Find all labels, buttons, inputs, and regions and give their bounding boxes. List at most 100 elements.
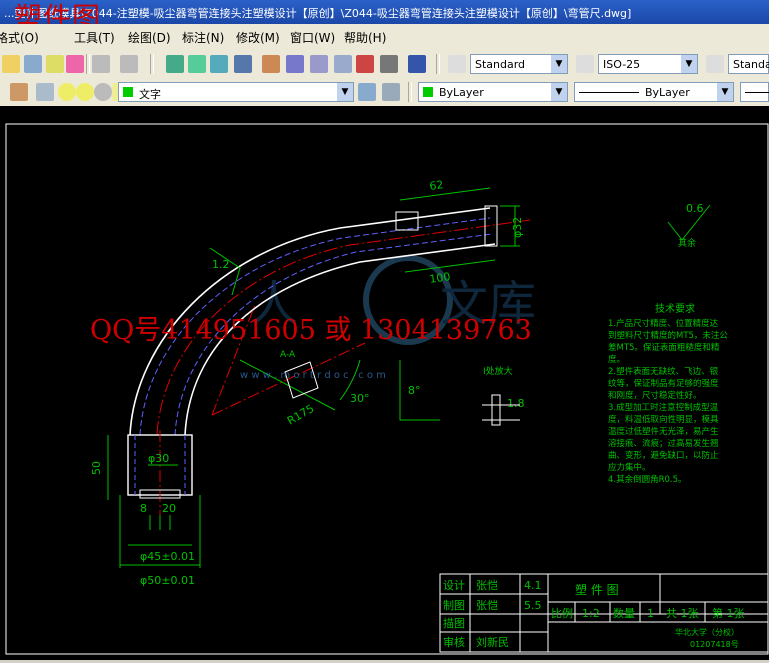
table-style-select[interactable]: Standa (728, 54, 769, 74)
svg-text:8°: 8° (408, 384, 421, 397)
menu-help[interactable]: 帮助(H) (344, 29, 386, 46)
layer-on-icon (58, 83, 76, 101)
qq-watermark: QQ号414951605 或 1304139763 (90, 315, 532, 346)
section-cut-box (395, 211, 419, 231)
svg-text:第 1张: 第 1张 (712, 606, 745, 620)
svg-text:曲、变形，避免缺口，以防止: 曲、变形，避免缺口，以防止 (608, 450, 719, 461)
calculator-icon[interactable] (380, 55, 398, 73)
menu-dimension[interactable]: 标注(N) (182, 29, 224, 46)
svg-text:到塑料尺寸精度的MT5，未注公: 到塑料尺寸精度的MT5，未注公 (608, 330, 728, 341)
svg-text:1.8: 1.8 (507, 397, 525, 410)
print-icon[interactable] (46, 55, 64, 73)
menu-window[interactable]: 窗口(W) (290, 29, 335, 46)
drawing-canvas[interactable]: 人 文库 62 100 R175 30° 8° 50 φ30 8 20 φ45±… (0, 106, 769, 660)
layer-manager-icon[interactable] (10, 83, 28, 101)
svg-text:01207418号: 01207418号 (690, 640, 739, 649)
svg-text:1.2: 1.2 (212, 258, 230, 271)
svg-text:度。: 度。 (608, 354, 625, 365)
svg-text:制图: 制图 (443, 599, 465, 612)
text-style-value: Standard (475, 58, 526, 71)
menu-format[interactable]: 格式(O) (0, 29, 39, 46)
svg-text:温度过低塑件无光泽，易产生: 温度过低塑件无光泽，易产生 (608, 426, 719, 437)
dim-style-select[interactable]: ISO-25 ▼ (598, 54, 698, 74)
title-bar: ...塑件图纸模具\Z044-注塑模-吸尘器弯管连接头注塑模设计【原创】\Z04… (0, 0, 769, 24)
textstyle-icon[interactable] (448, 55, 466, 73)
dim-style-value: ISO-25 (603, 58, 641, 71)
menu-modify[interactable]: 修改(M) (236, 29, 280, 46)
lineweight-sample (745, 92, 769, 93)
svg-text:差MT5。保证表面粗糙度和精: 差MT5。保证表面粗糙度和精 (608, 342, 720, 353)
svg-text:设计: 设计 (443, 579, 465, 592)
layer-states-icon[interactable] (36, 83, 54, 101)
svg-text:5.5: 5.5 (524, 599, 542, 612)
properties-icon[interactable] (262, 55, 280, 73)
linetype-sample (579, 92, 639, 93)
svg-text:φ32: φ32 (511, 217, 524, 238)
svg-text:62: 62 (429, 178, 445, 193)
layer-value: 文字 (139, 88, 161, 101)
menu-tools[interactable]: 工具(T) (74, 29, 115, 46)
svg-text:刘新民: 刘新民 (476, 635, 509, 649)
tech-lines: 1.产品尺寸精度、位置精度达 到塑料尺寸精度的MT5，未注公 差MT5。保证表面… (608, 318, 728, 485)
svg-text:50: 50 (90, 461, 103, 475)
svg-text:8: 8 (140, 502, 147, 515)
open-icon[interactable] (2, 55, 20, 73)
save-icon[interactable] (24, 55, 42, 73)
svg-text:张恺: 张恺 (476, 578, 498, 592)
svg-text:4.其余倒圆角R0.5。: 4.其余倒圆角R0.5。 (608, 474, 687, 485)
svg-text:华北大学（分校）: 华北大学（分校） (675, 627, 739, 637)
svg-text:2.塑件表面无缺纹、飞边、银: 2.塑件表面无缺纹、飞边、银 (608, 366, 719, 377)
tablestyle-icon[interactable] (706, 55, 724, 73)
chevron-down-icon: ▼ (337, 83, 353, 101)
matchprop-icon[interactable] (66, 55, 84, 73)
svg-text:1.产品尺寸精度、位置精度达: 1.产品尺寸精度、位置精度达 (608, 318, 719, 329)
sheetset-icon[interactable] (334, 55, 352, 73)
zoom-realtime-icon[interactable] (188, 55, 206, 73)
lineweight-select[interactable] (740, 82, 769, 102)
redo-icon[interactable] (120, 55, 138, 73)
table-style-value: Standa (733, 58, 769, 71)
linetype-value: ByLayer (645, 86, 690, 99)
svg-text:数量: 数量 (613, 607, 635, 620)
svg-text:审核: 审核 (443, 635, 465, 649)
zoom-previous-icon[interactable] (234, 55, 252, 73)
linetype-select[interactable]: ByLayer ▼ (574, 82, 734, 102)
svg-text:塑 件 图: 塑 件 图 (575, 582, 619, 597)
svg-text:张恺: 张恺 (476, 598, 498, 612)
toolpalette-icon[interactable] (310, 55, 328, 73)
radius-dim-line (239, 359, 336, 411)
svg-text:应力集中。: 应力集中。 (608, 462, 651, 473)
site-watermark-text: w w w . m o r t r d o c . c o m (240, 370, 386, 381)
svg-text:A-A: A-A (280, 350, 296, 360)
pan-icon[interactable] (166, 55, 184, 73)
standard-toolbar: Standard ▼ ISO-25 ▼ Standa (0, 50, 769, 79)
layers-toolbar: 文字 ▼ ByLayer ▼ ByLayer ▼ (0, 78, 769, 107)
help-icon[interactable] (408, 55, 426, 73)
dimstyle-icon[interactable] (576, 55, 594, 73)
text-style-select[interactable]: Standard ▼ (470, 54, 568, 74)
color-select[interactable]: ByLayer ▼ (418, 82, 568, 102)
svg-text:描图: 描图 (443, 616, 465, 630)
svg-text:共 1张: 共 1张 (666, 607, 699, 620)
markup-icon[interactable] (356, 55, 374, 73)
undo-icon[interactable] (92, 55, 110, 73)
layer-vp-icon (94, 83, 112, 101)
drawing-svg: 人 文库 62 100 R175 30° 8° 50 φ30 8 20 φ45±… (5, 123, 769, 655)
menu-bar: 格式(O) 工具(T) 绘图(D) 标注(N) 修改(M) 窗口(W) 帮助(H… (0, 24, 769, 51)
zoom-window-icon[interactable] (210, 55, 228, 73)
svg-text:1: 1 (647, 607, 654, 620)
make-current-icon[interactable] (358, 83, 376, 101)
chevron-down-icon: ▼ (551, 55, 567, 73)
svg-text:φ45±0.01: φ45±0.01 (140, 550, 195, 563)
svg-text:30°: 30° (350, 392, 370, 405)
menu-draw[interactable]: 绘图(D) (128, 29, 171, 46)
svg-text:1:2: 1:2 (582, 607, 600, 620)
layer-previous-icon[interactable] (382, 83, 400, 101)
svg-text:20: 20 (162, 502, 176, 515)
layer-select[interactable]: 文字 ▼ (118, 82, 354, 102)
svg-text:度，料温低取向性明显，模具: 度，料温低取向性明显，模具 (608, 414, 719, 425)
svg-text:I处放大: I处放大 (483, 365, 513, 377)
svg-text:纹等，保证制品有足够的强度: 纹等，保证制品有足够的强度 (608, 378, 719, 389)
svg-text:R175: R175 (285, 402, 316, 428)
designcenter-icon[interactable] (286, 55, 304, 73)
